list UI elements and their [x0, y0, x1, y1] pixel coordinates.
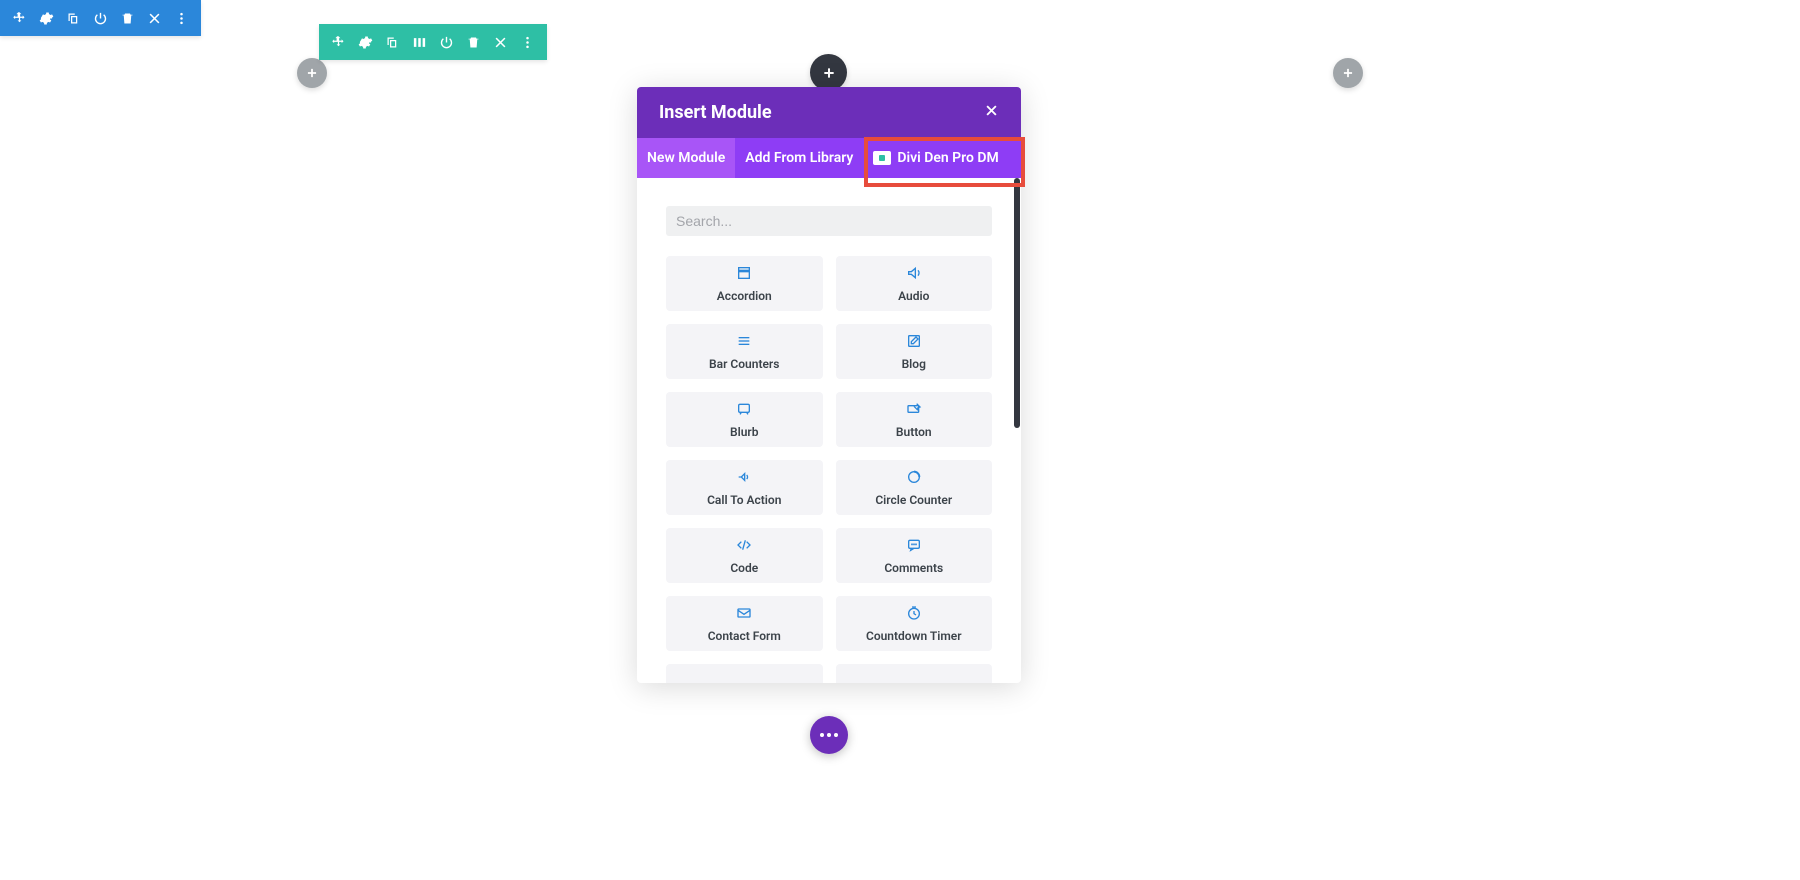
module-item-call-to-action[interactable]: Call To Action: [666, 460, 823, 515]
divi-den-icon: [873, 151, 891, 165]
search-input[interactable]: [666, 206, 992, 236]
module-item-comments[interactable]: Comments: [836, 528, 993, 583]
module-item-audio[interactable]: Audio: [836, 256, 993, 311]
more-icon[interactable]: [514, 24, 541, 60]
modal-tabs: New Module Add From Library Divi Den Pro…: [637, 138, 1021, 178]
dots-icon: [820, 733, 838, 737]
add-module-button-right[interactable]: [1333, 58, 1363, 88]
module-label: Blurb: [730, 425, 759, 439]
move-icon[interactable]: [325, 24, 352, 60]
module-item-bar-counters[interactable]: Bar Counters: [666, 324, 823, 379]
trash-icon[interactable]: [460, 24, 487, 60]
module-label: Call To Action: [707, 493, 781, 507]
trash-icon[interactable]: [114, 0, 141, 36]
module-item-button[interactable]: Button: [836, 392, 993, 447]
module-item-contact-form[interactable]: Contact Form: [666, 596, 823, 651]
countdown-icon: [906, 605, 922, 625]
module-item-countdown-timer[interactable]: Countdown Timer: [836, 596, 993, 651]
power-icon[interactable]: [87, 0, 114, 36]
plus-icon: [736, 680, 752, 684]
modal-header: Insert Module: [637, 87, 1021, 138]
tab-divi-den-label: Divi Den Pro DM: [897, 150, 998, 166]
blurb-icon: [736, 401, 752, 421]
move-icon[interactable]: [6, 0, 33, 36]
module-item-circle-counter[interactable]: Circle Counter: [836, 460, 993, 515]
close-icon[interactable]: [984, 103, 999, 122]
bars-icon: [736, 333, 752, 353]
module-label: Circle Counter: [875, 493, 952, 507]
gear-icon[interactable]: [33, 0, 60, 36]
floating-menu-button[interactable]: [810, 716, 848, 754]
module-item-blog[interactable]: Blog: [836, 324, 993, 379]
module-item-mail[interactable]: [836, 664, 993, 683]
cta-icon: [736, 469, 752, 489]
module-label: Countdown Timer: [866, 629, 962, 643]
copy-icon[interactable]: [60, 0, 87, 36]
row-toolbar: [319, 24, 547, 60]
module-label: Audio: [898, 289, 929, 303]
close-icon[interactable]: [141, 0, 168, 36]
module-label: Contact Form: [708, 629, 781, 643]
blog-icon: [906, 333, 922, 353]
tab-new-module[interactable]: New Module: [637, 138, 735, 178]
module-label: Blog: [902, 357, 926, 371]
module-label: Accordion: [717, 289, 772, 303]
code-icon: [736, 537, 752, 557]
copy-icon[interactable]: [379, 24, 406, 60]
columns-icon[interactable]: [406, 24, 433, 60]
modal-body: Accordion Audio Bar Counters Blog Blurb Butto…: [637, 178, 1021, 683]
tab-add-from-library[interactable]: Add From Library: [735, 138, 863, 178]
circle-icon: [906, 469, 922, 489]
more-icon[interactable]: [168, 0, 195, 36]
accordion-icon: [736, 265, 752, 285]
module-label: Code: [730, 561, 758, 575]
modal-title: Insert Module: [659, 102, 772, 123]
tab-divi-den-pro[interactable]: Divi Den Pro DM: [863, 138, 1008, 178]
contact-icon: [736, 605, 752, 625]
audio-icon: [906, 265, 922, 285]
power-icon[interactable]: [433, 24, 460, 60]
close-icon[interactable]: [487, 24, 514, 60]
scrollbar[interactable]: [1014, 178, 1020, 428]
module-label: Comments: [884, 561, 943, 575]
comments-icon: [906, 537, 922, 557]
gear-icon[interactable]: [352, 24, 379, 60]
module-item-plus[interactable]: [666, 664, 823, 683]
button-icon: [906, 401, 922, 421]
module-grid: Accordion Audio Bar Counters Blog Blurb Butto…: [666, 256, 992, 683]
insert-module-modal: Insert Module New Module Add From Librar…: [637, 87, 1021, 683]
module-item-blurb[interactable]: Blurb: [666, 392, 823, 447]
module-label: Bar Counters: [709, 357, 779, 371]
mail-icon: [906, 680, 922, 684]
add-module-button-left[interactable]: [297, 58, 327, 88]
module-item-code[interactable]: Code: [666, 528, 823, 583]
add-module-button-center[interactable]: [810, 54, 847, 91]
module-label: Button: [896, 425, 932, 439]
section-toolbar: [0, 0, 201, 36]
module-item-accordion[interactable]: Accordion: [666, 256, 823, 311]
